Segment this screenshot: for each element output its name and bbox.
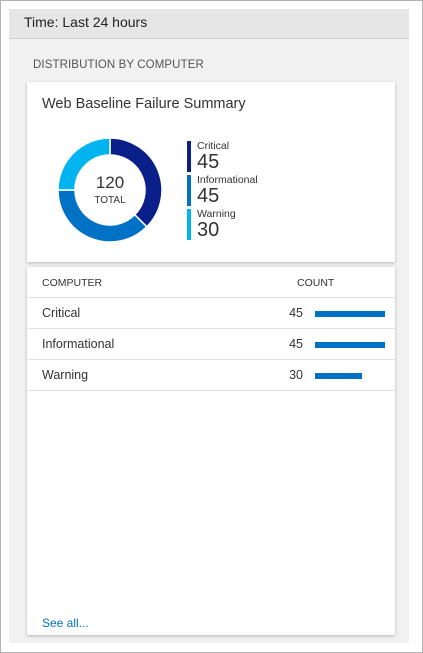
row-name: Warning (42, 368, 89, 382)
donut-total-value: 120 (95, 173, 125, 192)
table-row[interactable]: Critical 45 (27, 298, 395, 329)
table-header: COMPUTER COUNT (27, 267, 395, 298)
row-bar-track (315, 342, 385, 348)
see-all-link[interactable]: See all... (42, 616, 89, 630)
legend-value-critical: 45 (197, 151, 220, 173)
row-name: Critical (42, 306, 81, 320)
column-header-computer[interactable]: COMPUTER (42, 277, 102, 289)
donut-total-label: TOTAL (94, 195, 126, 206)
row-count-bar (315, 373, 362, 379)
row-name: Informational (42, 337, 115, 351)
row-count: 45 (289, 306, 303, 320)
legend-swatch-warning (187, 209, 191, 240)
summary-tile[interactable]: Web Baseline Failure Summary 120 TOTAL C… (27, 82, 395, 262)
legend-swatch-critical (187, 141, 191, 172)
donut-chart: 120 TOTAL (57, 137, 163, 243)
time-range-label: Time: Last 24 hours (24, 14, 148, 30)
column-header-count[interactable]: COUNT (297, 277, 334, 289)
legend-swatch-informational (187, 175, 191, 206)
legend-value-warning: 30 (197, 219, 220, 241)
row-count-bar (315, 311, 385, 317)
time-range-header[interactable]: Time: Last 24 hours (9, 9, 409, 39)
computer-table: COMPUTER COUNT Critical 45 Informational… (27, 267, 395, 635)
table-row[interactable]: Warning 30 (27, 360, 395, 391)
table-row[interactable]: Informational 45 (27, 329, 395, 360)
row-count-bar (315, 342, 385, 348)
section-title: DISTRIBUTION BY COMPUTER (33, 59, 204, 71)
row-count: 30 (289, 368, 303, 382)
tile-title: Web Baseline Failure Summary (42, 96, 246, 112)
row-bar-track (315, 373, 385, 379)
dashboard-panel: Time: Last 24 hours DISTRIBUTION BY COMP… (9, 9, 409, 643)
row-count: 45 (289, 337, 303, 351)
legend-value-informational: 45 (197, 185, 220, 207)
row-bar-track (315, 311, 385, 317)
window-frame: Time: Last 24 hours DISTRIBUTION BY COMP… (0, 0, 423, 653)
